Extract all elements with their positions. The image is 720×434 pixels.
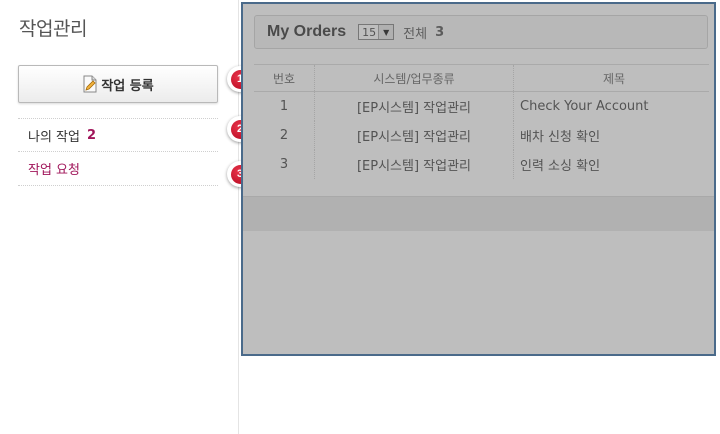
sidebar: 작업관리 작업 등록 나의 작업 2 작업 요청 [0, 0, 239, 434]
register-task-label: 작업 등록 [101, 78, 154, 94]
orders-title: My Orders [267, 23, 347, 40]
column-header-number: 번호 [254, 64, 315, 92]
column-header-title: 제목 [513, 64, 709, 92]
total-count: 3 [435, 24, 445, 40]
table-footer-bar [243, 196, 714, 231]
orders-header: My Orders 15 ▼ 전체 3 [254, 15, 708, 49]
orders-table: 번호 시스템/업무종류 제목 1 [EP시스템] 작업관리 Check Your… [254, 64, 709, 179]
row-system: [EP시스템] 작업관리 [314, 91, 514, 121]
row-system: [EP시스템] 작업관리 [314, 121, 514, 150]
orders-panel: My Orders 15 ▼ 전체 3 번호 시스템/업무종류 제목 1 [EP… [241, 2, 716, 356]
row-number: 2 [279, 128, 289, 143]
page-title: 작업관리 [19, 18, 87, 40]
task-requests-label: 작업 요청 [28, 163, 80, 178]
my-tasks-label: 나의 작업 [28, 129, 80, 145]
row-number: 1 [279, 99, 289, 114]
table-row[interactable]: 1 [EP시스템] 작업관리 Check Your Account [254, 91, 709, 121]
row-title-link[interactable]: Check Your Account [513, 91, 709, 121]
my-tasks-count: 2 [86, 127, 97, 143]
table-row[interactable]: 2 [EP시스템] 작업관리 배차 신청 확인 [254, 121, 709, 150]
task-requests-link[interactable]: 작업 요청 [18, 152, 218, 186]
row-number: 3 [279, 157, 289, 172]
row-title-link[interactable]: 배차 신청 확인 [513, 121, 709, 150]
page-size-value: 15 [362, 25, 377, 39]
table-row[interactable]: 3 [EP시스템] 작업관리 인력 소싱 확인 [254, 150, 709, 179]
my-tasks-link[interactable]: 나의 작업 2 [18, 118, 218, 152]
page-size-select[interactable]: 15 ▼ [358, 24, 395, 40]
register-task-button[interactable]: 작업 등록 [18, 65, 218, 103]
document-edit-icon [83, 75, 97, 93]
chevron-down-icon: ▼ [378, 25, 394, 39]
table-header-row: 번호 시스템/업무종류 제목 [254, 64, 709, 92]
row-system: [EP시스템] 작업관리 [314, 150, 514, 179]
total-label: 전체 [403, 26, 428, 42]
column-header-system: 시스템/업무종류 [314, 64, 514, 92]
row-title-link[interactable]: 인력 소싱 확인 [513, 150, 709, 179]
